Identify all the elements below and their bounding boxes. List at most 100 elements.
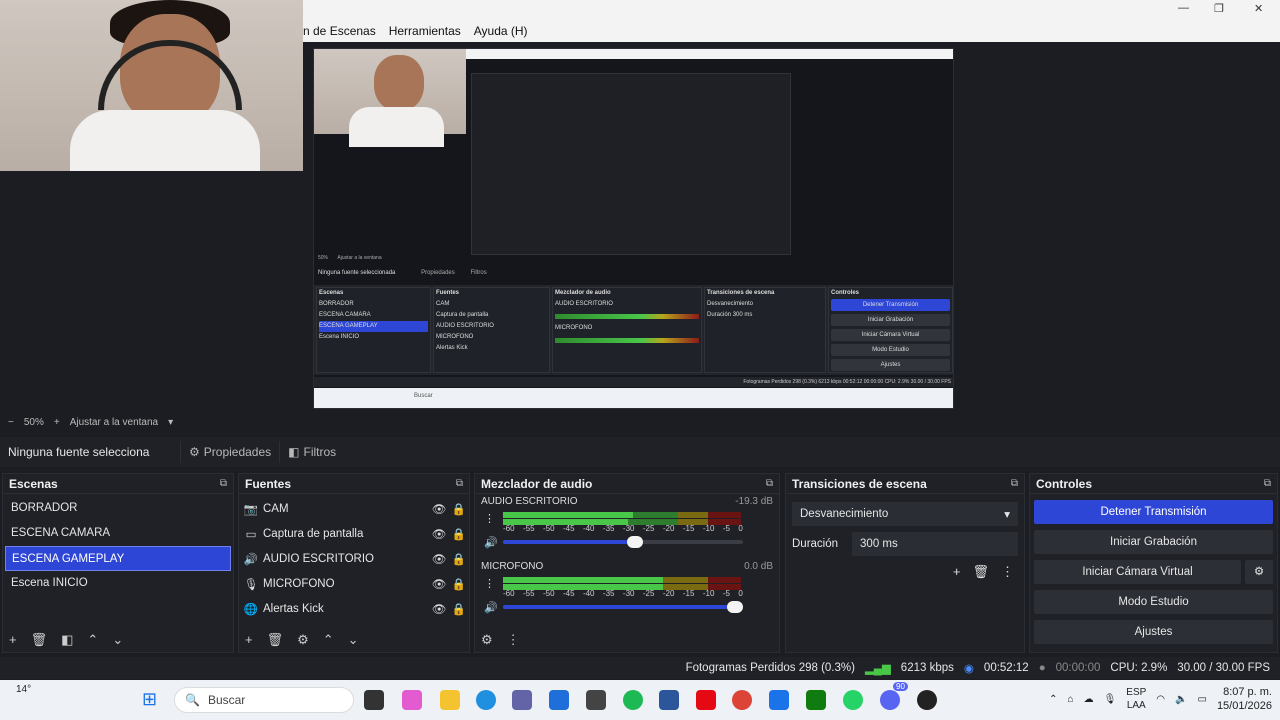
clock[interactable]: 8:07 p. m. 15/01/2026 [1217,685,1272,713]
move-up-icon[interactable]: ⌃ [87,632,98,648]
weather-widget[interactable]: 14° [16,684,31,695]
menu-icon[interactable]: ⋮ [1001,564,1014,580]
battery-icon[interactable]: ▭ [1197,694,1206,705]
lock-icon[interactable]: 🔒 [449,577,469,591]
move-down-icon[interactable]: ⌄ [112,632,123,648]
fit-window-dropdown[interactable]: Ajustar a la ventana [70,417,158,428]
channel-menu-icon[interactable]: ⋮ [484,512,495,525]
discord-icon[interactable] [880,690,900,710]
scene-item[interactable]: ESCENA CAMARA [3,521,233,546]
trash-icon[interactable]: 🗑 [972,564,989,580]
transition-select[interactable]: Desvanecimiento ▾ [792,502,1018,526]
trash-icon[interactable]: 🗑 [267,632,284,648]
spotify-icon[interactable] [623,690,643,710]
filter-icon[interactable]: ◧ [61,632,73,648]
eye-icon[interactable]: 👁 [429,502,449,516]
taskbar-search[interactable]: 🔍 Buscar [174,687,354,713]
add-icon[interactable]: + [9,632,17,648]
filters-button[interactable]: ◧ Filtros [279,441,344,463]
network-icon[interactable]: ⌂ [1068,694,1074,705]
copilot-icon[interactable] [402,690,422,710]
settings-button[interactable]: Ajustes [1034,620,1273,644]
trash-icon[interactable]: 🗑 [31,632,48,648]
obs-icon[interactable] [917,690,937,710]
volume-knob[interactable] [727,601,743,613]
volume-icon[interactable]: 🔈 [1175,694,1187,705]
wifi-icon[interactable]: ◠ [1156,694,1165,705]
mixer-settings-icon[interactable]: ⚙ [481,632,493,648]
microphone-icon[interactable]: 🎙 [1104,694,1117,705]
edge-icon[interactable] [476,690,496,710]
preview-webcam [314,49,466,147]
menu-tools[interactable]: Herramientas [389,24,461,38]
speaker-icon[interactable]: 🔊 [484,536,498,549]
lock-icon[interactable]: 🔒 [449,552,469,566]
source-item[interactable]: 🎙 MICROFONO 👁 🔒 [239,571,469,596]
controls-title: Controles [1036,476,1093,491]
preview-no-source: Ninguna fuente seleccionada [318,270,396,276]
windows-start-icon[interactable]: ⊞ [142,689,157,710]
whatsapp-icon[interactable] [843,690,863,710]
chevron-down-icon[interactable]: ▾ [168,417,173,428]
zoom-out-button[interactable]: − [8,417,14,428]
word-icon[interactable] [659,690,679,710]
volume-slider[interactable] [503,536,743,548]
lock-icon[interactable]: 🔒 [449,527,469,541]
language-indicator[interactable]: ESP LAA [1126,686,1146,712]
start-recording-button[interactable]: Iniciar Grabación [1034,530,1273,554]
maximize-button[interactable]: ❐ [1214,2,1224,15]
menu-scene-collection[interactable]: n de Escenas [303,24,376,38]
xbox-icon[interactable] [806,690,826,710]
file-explorer-icon[interactable] [440,690,460,710]
move-up-icon[interactable]: ⌃ [323,632,334,648]
mixer-menu-icon[interactable]: ⋮ [507,632,520,648]
teams-icon[interactable] [512,690,532,710]
undock-icon[interactable]: ⧉ [1011,478,1018,489]
scene-item[interactable]: BORRADOR [3,496,233,521]
app2-icon[interactable] [769,690,789,710]
move-down-icon[interactable]: ⌄ [348,632,359,648]
task-view-icon[interactable] [364,690,384,710]
lock-icon[interactable]: 🔒 [449,602,469,616]
eye-icon[interactable]: 👁 [429,552,449,566]
chrome-icon[interactable] [732,690,752,710]
netflix-icon[interactable] [696,690,716,710]
channel-menu-icon[interactable]: ⋮ [484,577,495,590]
minimize-button[interactable]: — [1178,2,1189,14]
source-item[interactable]: 🔊 AUDIO ESCRITORIO 👁 🔒 [239,546,469,571]
add-icon[interactable]: + [953,564,961,580]
store-icon[interactable] [549,690,569,710]
app-icon[interactable] [586,690,606,710]
add-icon[interactable]: + [245,632,253,648]
source-item[interactable]: 📷 CAM 👁 🔒 [239,496,469,521]
zoom-in-button[interactable]: + [54,417,60,428]
undock-icon[interactable]: ⧉ [220,478,227,489]
volume-knob[interactable] [627,536,643,548]
undock-icon[interactable]: ⧉ [1264,478,1271,489]
undock-icon[interactable]: ⧉ [766,478,773,489]
speaker-icon[interactable]: 🔊 [484,601,498,614]
scene-item-selected[interactable]: ESCENA GAMEPLAY [5,546,231,571]
scene-item[interactable]: Escena INICIO [3,571,233,596]
undock-icon[interactable]: ⧉ [456,478,463,489]
menu-help[interactable]: Ayuda (H) [474,24,528,38]
close-button[interactable]: ✕ [1254,2,1263,15]
gear-icon[interactable]: ⚙ [297,632,309,648]
monitor-icon: ▭ [245,528,257,541]
cloud-icon[interactable]: ☁ [1084,694,1094,705]
lock-icon[interactable]: 🔒 [449,502,469,516]
properties-button[interactable]: ⚙ Propiedades [180,441,279,463]
stop-streaming-button[interactable]: Detener Transmisión [1034,500,1273,524]
source-item[interactable]: ▭ Captura de pantalla 👁 🔒 [239,521,469,546]
chevron-up-icon[interactable]: ⌃ [1049,694,1057,705]
eye-icon[interactable]: 👁 [429,527,449,541]
duration-input[interactable]: 300 ms [852,532,1018,556]
program-preview[interactable]: 50% Ajustar a la ventana Ninguna fuente … [313,48,954,409]
studio-mode-button[interactable]: Modo Estudio [1034,590,1273,614]
eye-icon[interactable]: 👁 [429,577,449,591]
eye-icon[interactable]: 👁 [429,602,449,616]
gear-icon[interactable]: ⚙ [1245,560,1273,584]
source-item[interactable]: 🌐 Alertas Kick 👁 🔒 [239,596,469,621]
volume-slider[interactable] [503,601,743,613]
start-virtual-camera-button[interactable]: Iniciar Cámara Virtual [1034,560,1241,584]
